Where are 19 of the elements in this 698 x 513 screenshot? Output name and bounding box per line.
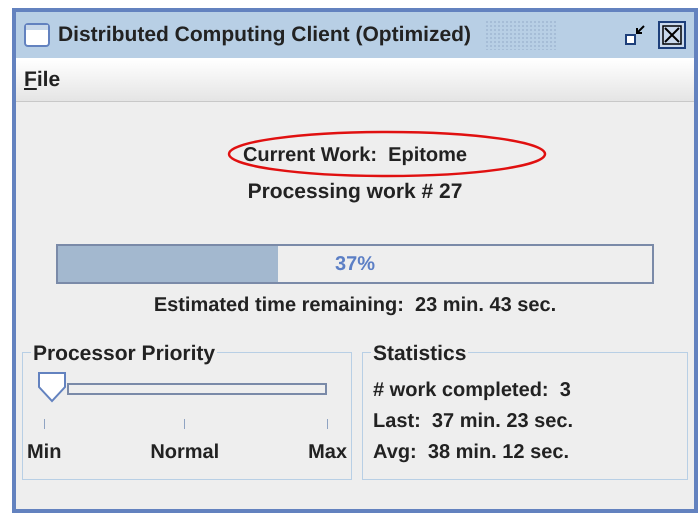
close-button[interactable]	[658, 21, 686, 49]
tick-mark	[44, 418, 45, 428]
window-icon	[24, 22, 50, 48]
tick-label: Max	[308, 440, 347, 464]
tick-label: Normal	[150, 440, 220, 464]
window-title: Distributed Computing Client (Optimized)	[58, 22, 471, 48]
statistic-line: Avg: 38 min. 12 sec.	[373, 440, 570, 464]
tick-mark	[327, 418, 328, 428]
time-remaining: Estimated time remaining: 23 min. 43 sec.	[154, 292, 556, 318]
tick-label: Min	[27, 440, 62, 464]
tick-mark	[184, 418, 186, 428]
close-icon	[662, 25, 682, 45]
statistic-line: # work completed: 3	[373, 378, 572, 402]
current-work-label: Current Work: Epitome	[242, 144, 468, 166]
progress-percentage: 37%	[334, 252, 376, 276]
statistic-line: Last: 37 min. 23 sec.	[373, 408, 574, 434]
processing-status: Processing work # 27	[248, 179, 462, 205]
file-menu[interactable]: File	[24, 64, 60, 96]
slider-thumb[interactable]	[37, 370, 67, 402]
